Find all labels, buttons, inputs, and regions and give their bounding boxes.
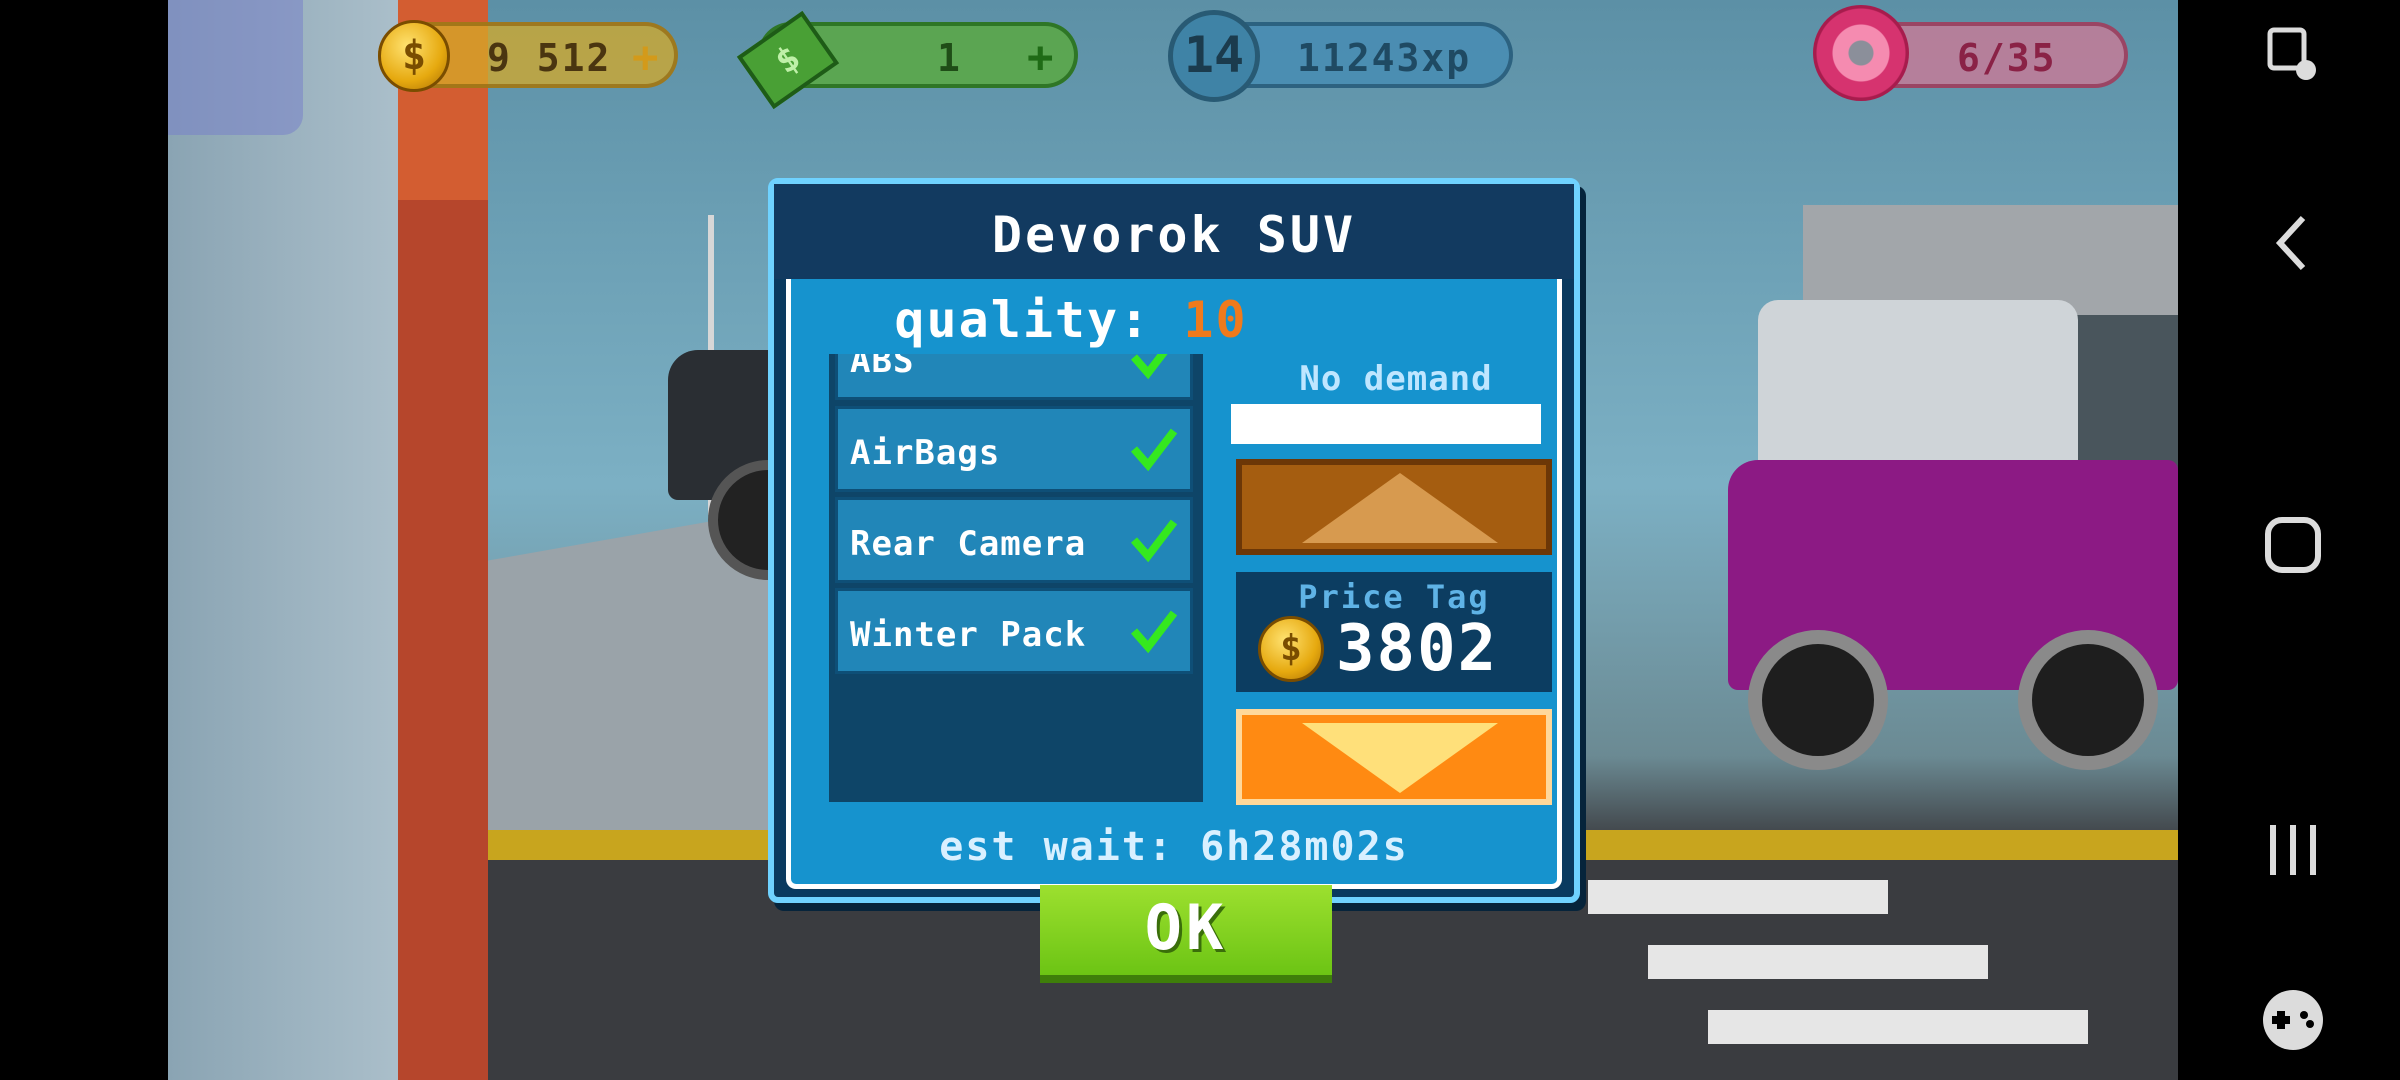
xp-value: 11243xp (1297, 36, 1472, 80)
back-icon[interactable] (2258, 208, 2328, 278)
price-tag: Price Tag $ 3802 (1236, 572, 1552, 692)
dialog-title-bar: Devorok SUV (774, 184, 1574, 279)
system-navigation-bar (2178, 0, 2400, 1080)
car-details-dialog: Devorok SUV quality: 10 ABS AirBags Rear… (768, 178, 1580, 903)
donut-icon (1813, 5, 1909, 101)
quality-label: quality: (894, 291, 1152, 349)
price-down-button[interactable] (1236, 709, 1552, 805)
down-arrow-icon (1302, 723, 1498, 793)
demand-label: No demand (1299, 359, 1493, 399)
background-showroom-roof (1803, 205, 2178, 315)
coin-icon: $ (1258, 616, 1324, 682)
add-cash-icon[interactable]: + (1027, 32, 1054, 83)
donuts-value: 6/35 (1957, 36, 2057, 80)
player-avatar[interactable] (168, 0, 303, 135)
estimated-wait: est wait: 6h28m02s (939, 824, 1409, 870)
price-value: 3802 (1336, 612, 1499, 686)
car-right-pink (1728, 300, 2178, 780)
quality-row: quality: 10 (791, 291, 1351, 349)
dialog-title: Devorok SUV (991, 206, 1357, 264)
crosswalk-stripe (1648, 945, 1988, 979)
car-wheel (2018, 630, 2158, 770)
home-icon[interactable] (2258, 510, 2328, 580)
feature-label: Winter Pack (850, 615, 1087, 655)
level-badge: 14 (1168, 10, 1260, 102)
feature-item-abs: ABS (835, 354, 1193, 400)
up-arrow-icon (1302, 473, 1498, 543)
crosswalk-stripe (1588, 880, 1888, 914)
quality-value: 10 (1183, 291, 1248, 349)
feature-item-rear-camera: Rear Camera (835, 497, 1193, 583)
feature-label: Rear Camera (850, 524, 1087, 564)
feature-label: AirBags (850, 433, 1001, 473)
check-icon (1130, 428, 1178, 472)
check-icon (1130, 610, 1178, 654)
check-icon (1130, 354, 1168, 380)
price-tag-label: Price Tag (1298, 578, 1490, 616)
car-wheel (1748, 630, 1888, 770)
check-icon (1130, 519, 1178, 563)
dialog-body: quality: 10 ABS AirBags Rear Camera Wint… (786, 279, 1562, 889)
recents-icon[interactable] (2258, 815, 2328, 885)
game-screen: 9 512 + $ 1 + $ 11243xp 14 6/35 Devorok … (168, 0, 2178, 1080)
crosswalk-stripe (1708, 1010, 2088, 1044)
price-up-button[interactable] (1236, 459, 1552, 555)
gamepad-icon[interactable] (2258, 985, 2328, 1055)
coins-value: 9 512 (487, 36, 612, 80)
demand-bar (1231, 404, 1541, 444)
feature-label: ABS (850, 354, 915, 381)
screen-capture-icon[interactable] (2258, 20, 2328, 90)
ok-button[interactable]: OK (1040, 885, 1332, 983)
cash-value: 1 (937, 36, 962, 80)
coin-icon: $ (378, 20, 450, 92)
feature-item-airbags: AirBags (835, 406, 1193, 492)
features-list[interactable]: ABS AirBags Rear Camera Winter Pack (829, 354, 1203, 802)
add-coins-icon[interactable]: + (632, 32, 659, 83)
feature-item-winter-pack: Winter Pack (835, 588, 1193, 674)
